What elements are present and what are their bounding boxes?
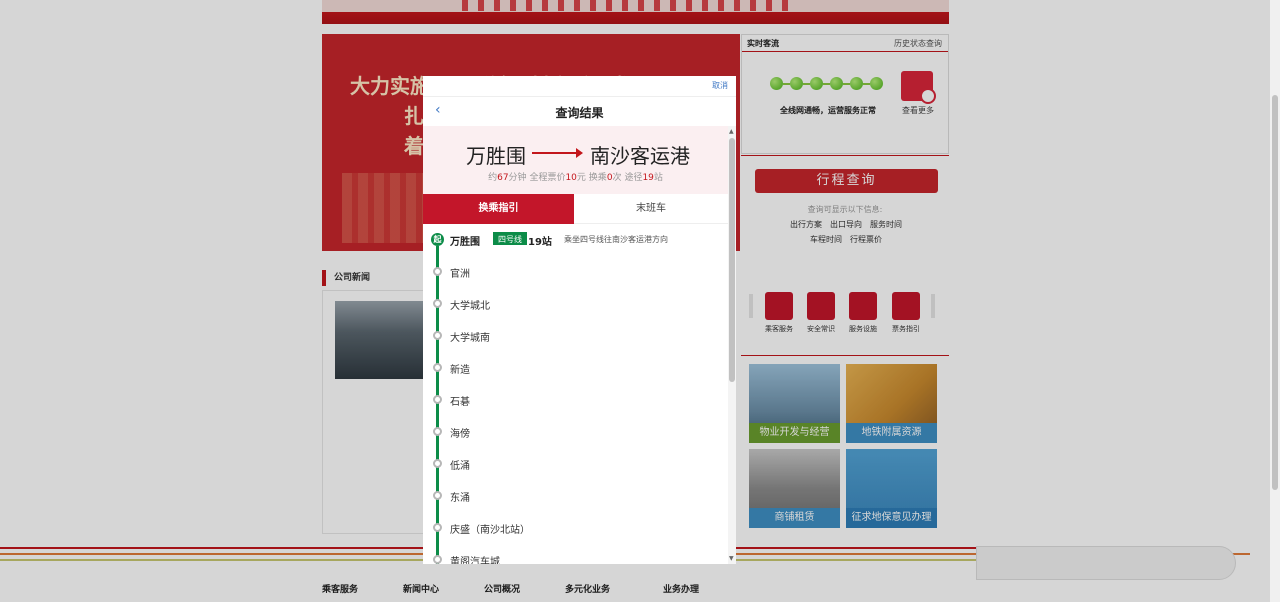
station-node	[433, 427, 442, 436]
station-name: 东涌	[450, 493, 470, 504]
modal-scrollbar-thumb[interactable]	[729, 138, 735, 382]
station-row: 黄阁汽车城	[423, 544, 728, 564]
station-row: 官洲	[423, 256, 728, 288]
station-list: 起 万胜围 四号线 19站 乘坐四号线往南沙客运港方向 官洲 大学城北 大学城南…	[423, 224, 728, 564]
station-name: 大学城南	[450, 333, 490, 344]
modal-scrollbar[interactable]: ▲ ▼	[728, 126, 736, 564]
station-name: 低涌	[450, 461, 470, 472]
trip-minutes: 67	[497, 173, 509, 183]
modal-title: 查询结果	[555, 106, 604, 120]
modal-header: ‹ 查询结果	[423, 96, 736, 126]
station-row-start: 起 万胜围 四号线 19站 乘坐四号线往南沙客运港方向	[423, 224, 728, 256]
station-name: 海傍	[450, 429, 470, 440]
station-name: 万胜围	[450, 237, 480, 248]
station-node	[433, 555, 442, 564]
scroll-up-icon[interactable]: ▲	[729, 128, 734, 135]
station-row: 庆盛（南沙北站）	[423, 512, 728, 544]
trip-stops: 19	[642, 173, 654, 183]
station-name: 新造	[450, 365, 470, 376]
station-row: 低涌	[423, 448, 728, 480]
station-row: 海傍	[423, 416, 728, 448]
trip-stats: 约67分钟 全程票价10元 换乘0次 途径19站	[488, 173, 663, 183]
station-row: 新造	[423, 352, 728, 384]
cancel-button[interactable]: 取消	[712, 80, 728, 91]
station-name: 黄阁汽车城	[450, 557, 500, 564]
direction-text: 乘坐四号线往南沙客运港方向	[564, 235, 668, 244]
station-name: 官洲	[450, 269, 470, 280]
query-result-modal: 取消 ‹ 查询结果 万胜围 南沙客运港 约67分钟 全程票价10元 换乘0次 途…	[423, 76, 736, 564]
station-row: 大学城北	[423, 288, 728, 320]
tab-last-train[interactable]: 末班车	[574, 194, 728, 224]
station-node	[433, 491, 442, 500]
origin-station: 万胜围	[466, 144, 526, 168]
station-name: 庆盛（南沙北站）	[450, 525, 530, 536]
station-node	[433, 523, 442, 532]
station-node	[433, 395, 442, 404]
station-node	[433, 459, 442, 468]
station-row: 大学城南	[423, 320, 728, 352]
station-node	[433, 299, 442, 308]
station-node	[433, 267, 442, 276]
arrow-right-icon	[532, 148, 583, 158]
page-scrollbar-thumb[interactable]	[1272, 95, 1278, 490]
line-badge: 四号线	[493, 232, 527, 245]
station-count: 19站	[528, 237, 552, 248]
result-tabs: 换乘指引 末班车	[423, 194, 728, 224]
page-scrollbar[interactable]	[1270, 0, 1280, 602]
trip-fare: 10	[565, 173, 577, 183]
route-summary: 万胜围 南沙客运港 约67分钟 全程票价10元 换乘0次 途径19站	[423, 126, 728, 194]
station-node	[433, 331, 442, 340]
station-row: 东涌	[423, 480, 728, 512]
tab-transfer-guide[interactable]: 换乘指引	[423, 194, 574, 224]
scroll-down-icon[interactable]: ▼	[729, 555, 734, 562]
start-marker-icon: 起	[431, 233, 444, 246]
station-node	[433, 363, 442, 372]
station-name: 大学城北	[450, 301, 490, 312]
station-name: 石碁	[450, 397, 470, 408]
destination-station: 南沙客运港	[590, 144, 690, 168]
station-row: 石碁	[423, 384, 728, 416]
